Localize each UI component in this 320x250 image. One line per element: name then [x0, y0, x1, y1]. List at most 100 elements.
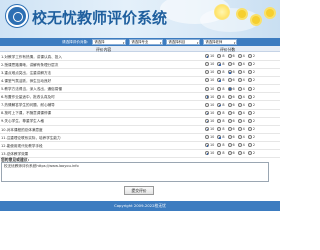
class-select[interactable]: 请选择 ▾: [92, 39, 127, 45]
score-option-label: 8: [222, 143, 225, 148]
banner-flower: [238, 10, 246, 18]
question-text: 3.重点难点突出，注重讲解方法: [1, 70, 52, 75]
suggest-textarea[interactable]: 校无忧教师评价系统https://www.laoyou.info: [1, 162, 269, 182]
score-radio[interactable]: [247, 127, 252, 132]
score-radio[interactable]: [217, 118, 222, 123]
score-radio[interactable]: [237, 127, 242, 132]
score-radio[interactable]: [205, 110, 209, 115]
score-options: 10 8 6 4 2: [205, 62, 258, 67]
score-radio[interactable]: [205, 86, 209, 91]
score-radio[interactable]: [205, 62, 209, 67]
score-option-label: 2: [252, 110, 256, 115]
score-radio[interactable]: [237, 78, 242, 83]
score-radio[interactable]: [217, 135, 222, 140]
score-radio[interactable]: [237, 70, 242, 75]
score-radio[interactable]: [217, 127, 222, 132]
score-radio[interactable]: [237, 86, 242, 91]
score-radio[interactable]: [247, 62, 252, 67]
score-radio[interactable]: [237, 135, 242, 140]
score-options: 10 8 6 4 2: [205, 127, 258, 132]
score-radio[interactable]: [247, 102, 252, 107]
score-options: 10 8 6 4 2: [205, 54, 258, 59]
score-radio[interactable]: [227, 143, 232, 148]
score-radio[interactable]: [247, 86, 252, 91]
score-radio[interactable]: [237, 102, 242, 107]
score-option-label: 6: [232, 70, 235, 75]
score-radio[interactable]: [205, 78, 209, 83]
score-radio[interactable]: [205, 102, 209, 107]
score-radio[interactable]: [247, 118, 252, 123]
score-options: 10 8 6 4 2: [205, 118, 258, 123]
score-radio[interactable]: [247, 54, 252, 59]
score-radio[interactable]: [237, 143, 242, 148]
score-radio[interactable]: [227, 94, 232, 99]
score-radio[interactable]: [247, 70, 252, 75]
score-radio[interactable]: [205, 94, 209, 99]
score-radio[interactable]: [217, 102, 222, 107]
subject-select[interactable]: 请选择科目 ▾: [166, 39, 201, 45]
score-radio[interactable]: [217, 78, 222, 83]
question-text: 9.关心学生，尊重学生人格: [1, 119, 44, 124]
question-text: 7.热情解答学生的问题，耐心辅导: [1, 103, 55, 108]
score-radio[interactable]: [217, 62, 222, 67]
score-radio[interactable]: [217, 143, 222, 148]
score-radio[interactable]: [247, 78, 252, 83]
score-radio[interactable]: [217, 110, 222, 115]
score-radio[interactable]: [247, 94, 252, 99]
score-option-label: 8: [222, 70, 225, 75]
score-radio[interactable]: [227, 70, 232, 75]
score-radio[interactable]: [205, 151, 209, 156]
banner-flower: [252, 16, 260, 24]
score-options: 10 8 6 4 2: [205, 135, 258, 140]
score-option-label: 2: [252, 135, 256, 140]
score-radio[interactable]: [227, 78, 232, 83]
score-radio[interactable]: [205, 135, 209, 140]
score-radio[interactable]: [217, 151, 222, 156]
score-radio[interactable]: [205, 54, 209, 59]
score-radio[interactable]: [237, 151, 242, 156]
score-option-label: 4: [242, 62, 245, 67]
score-option-label: 6: [232, 94, 235, 99]
score-radio[interactable]: [205, 143, 209, 148]
question-text: 4.课堂气氛活跃，师生互动良好: [1, 78, 52, 83]
score-radio[interactable]: [227, 151, 232, 156]
score-radio[interactable]: [227, 54, 232, 59]
score-radio[interactable]: [205, 127, 209, 132]
score-options: 10 8 6 4 2: [205, 70, 258, 75]
score-radio[interactable]: [247, 110, 252, 115]
score-radio[interactable]: [227, 86, 232, 91]
score-radio[interactable]: [237, 62, 242, 67]
score-radio[interactable]: [227, 118, 232, 123]
score-radio[interactable]: [237, 118, 242, 123]
score-radio[interactable]: [227, 110, 232, 115]
score-option-label: 6: [232, 151, 235, 156]
score-radio[interactable]: [217, 70, 222, 75]
teacher-select[interactable]: 请选择老师 ▾: [203, 39, 238, 45]
score-radio[interactable]: [217, 94, 222, 99]
score-radio[interactable]: [237, 54, 242, 59]
score-radio[interactable]: [227, 62, 232, 67]
score-radio[interactable]: [217, 86, 222, 91]
score-option-label: 10: [210, 62, 215, 67]
score-radio[interactable]: [227, 135, 232, 140]
major-select[interactable]: 请选择专业 ▾: [129, 39, 164, 45]
chevron-down-icon: ▾: [122, 40, 125, 45]
score-option-label: 4: [242, 135, 245, 140]
score-option-label: 10: [210, 127, 215, 132]
score-radio[interactable]: [247, 143, 252, 148]
score-radio[interactable]: [247, 135, 252, 140]
copyright-text: Copyright 2009-2022校无忧: [114, 203, 166, 208]
score-radio[interactable]: [237, 94, 242, 99]
score-radio[interactable]: [205, 118, 209, 123]
score-radio[interactable]: [217, 54, 222, 59]
score-radio[interactable]: [237, 110, 242, 115]
score-radio[interactable]: [205, 70, 209, 75]
score-option-label: 8: [222, 78, 225, 83]
score-radio[interactable]: [247, 151, 252, 156]
score-option-label: 2: [252, 86, 256, 91]
score-option-label: 10: [210, 102, 215, 107]
score-option-label: 2: [252, 70, 256, 75]
submit-button[interactable]: 提交评价: [124, 186, 154, 195]
score-radio[interactable]: [227, 127, 232, 132]
score-radio[interactable]: [227, 102, 232, 107]
